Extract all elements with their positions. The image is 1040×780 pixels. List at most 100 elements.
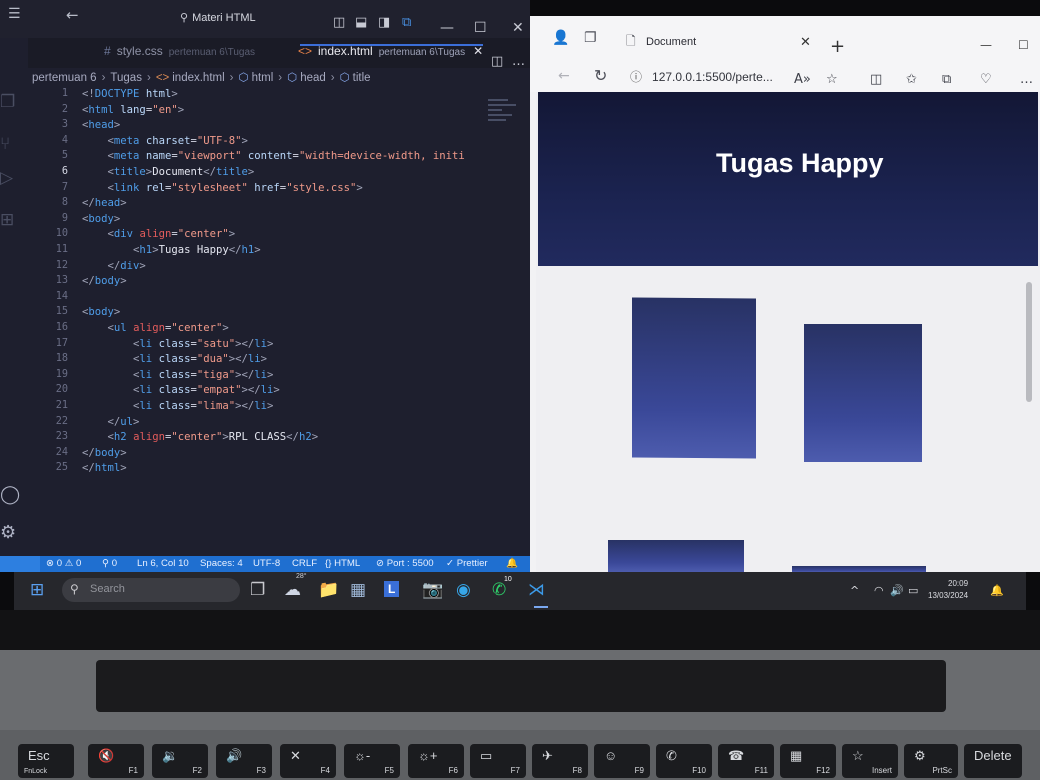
maximize-icon[interactable]: ☐ (1018, 38, 1029, 52)
refresh-icon[interactable]: ↻ (594, 66, 607, 85)
account-icon[interactable]: ◯ (0, 484, 26, 505)
ports-indicator[interactable]: ⚲ 0 (102, 558, 117, 569)
code-line[interactable]: 11 <h1>Tugas Happy</h1> (30, 242, 500, 258)
menu-icon[interactable]: ☰ (8, 6, 26, 22)
battery-icon[interactable]: ▭ (908, 584, 918, 597)
settings-more-icon[interactable]: … (1020, 72, 1033, 87)
store-icon[interactable]: ▦ (350, 580, 366, 600)
indentation[interactable]: Spaces: 4 (200, 558, 243, 569)
keyboard-key[interactable]: ☼- F5 (344, 744, 400, 778)
breadcrumb-item[interactable]: pertemuan 6 (32, 72, 97, 84)
vscode-icon[interactable]: ⋊ (528, 580, 545, 600)
keyboard-key[interactable]: Delete (964, 744, 1022, 778)
breadcrumb-item[interactable]: Tugas (110, 72, 142, 84)
keyboard-key[interactable]: ▭ F7 (470, 744, 526, 778)
encoding[interactable]: UTF-8 (253, 558, 280, 569)
edge-icon[interactable]: ◉ (456, 580, 471, 600)
profile-icon[interactable]: 👤 (552, 30, 569, 46)
command-center[interactable]: ⚲ Materi HTML (180, 11, 256, 24)
extensions-icon[interactable]: ⊞ (0, 210, 26, 230)
close-icon[interactable]: ✕ (512, 20, 524, 36)
keyboard-key[interactable]: 🔊 F3 (216, 744, 272, 778)
code-line[interactable]: 10 <div align="center"> (30, 226, 500, 242)
cursor-position[interactable]: Ln 6, Col 10 (137, 558, 189, 569)
more-actions-icon[interactable]: … (512, 54, 525, 69)
close-tab-icon[interactable]: ✕ (800, 34, 811, 50)
keyboard-key[interactable]: 🔇 F1 (88, 744, 144, 778)
tab-index-html[interactable]: <> index.html pertemuan 6\Tugas ✕ (298, 44, 483, 66)
code-line[interactable]: 12 </div> (30, 258, 500, 274)
keyboard-key[interactable]: 🔉 F2 (152, 744, 208, 778)
address-bar[interactable]: ⓘ 127.0.0.1:5500/perte... (630, 68, 773, 90)
code-line[interactable]: 25 </html> (30, 460, 500, 476)
breadcrumb-item[interactable]: title (353, 72, 371, 84)
code-line[interactable]: 15 <body> (30, 304, 500, 320)
new-tab-icon[interactable]: + (830, 36, 845, 57)
keyboard-key[interactable]: ☆ Insert (842, 744, 898, 778)
breadcrumb-item[interactable]: html (252, 72, 274, 84)
code-line[interactable]: 9 <body> (30, 211, 500, 227)
problems-indicator[interactable]: ⊗ 0 ⚠ 0 (46, 558, 81, 569)
code-line[interactable]: 3 <head> (30, 117, 500, 133)
tab-actions-icon[interactable]: ❐ (584, 30, 597, 46)
notifications-icon[interactable]: 🔔 (506, 558, 518, 569)
customize-layout-icon[interactable]: ⧉ (402, 15, 411, 30)
taskbar-search[interactable]: ⚲ Search (62, 578, 240, 602)
language-mode[interactable]: {} HTML (325, 558, 360, 569)
code-line[interactable]: 22 </ul> (30, 414, 500, 430)
code-line[interactable]: 13 </body> (30, 273, 500, 289)
keyboard-key[interactable]: ✆ F10 (656, 744, 712, 778)
collections-icon[interactable]: ⧉ (942, 72, 951, 87)
browser-essentials-icon[interactable]: ♡ (980, 72, 992, 87)
task-view-icon[interactable]: ❐ (250, 580, 265, 600)
breadcrumb-item[interactable]: index.html (172, 72, 224, 84)
keyboard-key[interactable]: ☼+ F6 (408, 744, 464, 778)
notification-bell-icon[interactable]: 🔔 (990, 584, 1004, 597)
read-aloud-icon[interactable]: A» (794, 72, 811, 87)
code-line[interactable]: 18 <li class="dua"></li> (30, 351, 500, 367)
keyboard-key[interactable]: Esc FnLock (18, 744, 74, 778)
whatsapp-icon[interactable]: ✆ (492, 580, 506, 600)
prettier-status[interactable]: ✓ Prettier (446, 558, 488, 569)
source-control-icon[interactable]: ⑂ (0, 134, 26, 154)
split-screen-icon[interactable]: ◫ (870, 72, 882, 87)
code-line[interactable]: 16 <ul align="center"> (30, 320, 500, 336)
code-line[interactable]: 8 </head> (30, 195, 500, 211)
page-scrollbar[interactable] (1026, 282, 1032, 402)
windows-start-icon[interactable]: ⊞ (30, 580, 44, 600)
file-explorer-icon[interactable]: 📁 (318, 580, 339, 600)
code-line[interactable]: 4 <meta charset="UTF-8"> (30, 133, 500, 149)
favorites-icon[interactable]: ✩ (906, 72, 917, 87)
code-line[interactable]: 23 <h2 align="center">RPL CLASS</h2> (30, 429, 500, 445)
keyboard-key[interactable]: ☎ F11 (718, 744, 774, 778)
toggle-panel-icon[interactable]: ⬓ (355, 15, 367, 30)
system-clock[interactable]: 20:09 13/03/2024 (928, 578, 968, 602)
explorer-icon[interactable]: ❐ (0, 92, 26, 112)
maximize-icon[interactable]: ☐ (474, 20, 487, 36)
site-info-icon[interactable]: ⓘ (630, 70, 642, 84)
tab-style-css[interactable]: # style.css pertemuan 6\Tugas (104, 44, 255, 66)
minimize-icon[interactable]: — (440, 20, 454, 36)
run-debug-icon[interactable]: ▷ (0, 168, 26, 188)
keyboard-key[interactable]: ▦ F12 (780, 744, 836, 778)
code-line[interactable]: 21 <li class="lima"></li> (30, 398, 500, 414)
code-line[interactable]: 14 (30, 289, 500, 305)
weather-icon[interactable]: ☁ (284, 580, 301, 600)
remote-indicator[interactable] (0, 556, 40, 572)
keyboard-key[interactable]: ☺ F9 (594, 744, 650, 778)
favorite-star-icon[interactable]: ☆ (826, 72, 838, 87)
code-line[interactable]: 20 <li class="empat"></li> (30, 382, 500, 398)
code-line[interactable]: 19 <li class="tiga"></li> (30, 367, 500, 383)
back-arrow-icon[interactable]: ← (66, 6, 79, 24)
live-server-port[interactable]: ⊘ Port : 5500 (376, 558, 434, 569)
launcher-app-icon[interactable]: L (384, 581, 400, 597)
back-arrow-icon[interactable]: ← (558, 68, 570, 84)
code-line[interactable]: 6 <title>Document</title> (30, 164, 500, 180)
code-editor[interactable]: 1 <!DOCTYPE html> 2 <html lang="en"> 3 <head>… (30, 86, 530, 556)
keyboard-key[interactable]: ✕ F4 (280, 744, 336, 778)
line-ending[interactable]: CRLF (292, 558, 317, 569)
toggle-secondary-sidebar-icon[interactable]: ◨ (378, 15, 390, 30)
volume-icon[interactable]: 🔊 (890, 584, 904, 597)
code-line[interactable]: 2 <html lang="en"> (30, 102, 500, 118)
toggle-sidebar-icon[interactable]: ◫ (333, 15, 345, 30)
